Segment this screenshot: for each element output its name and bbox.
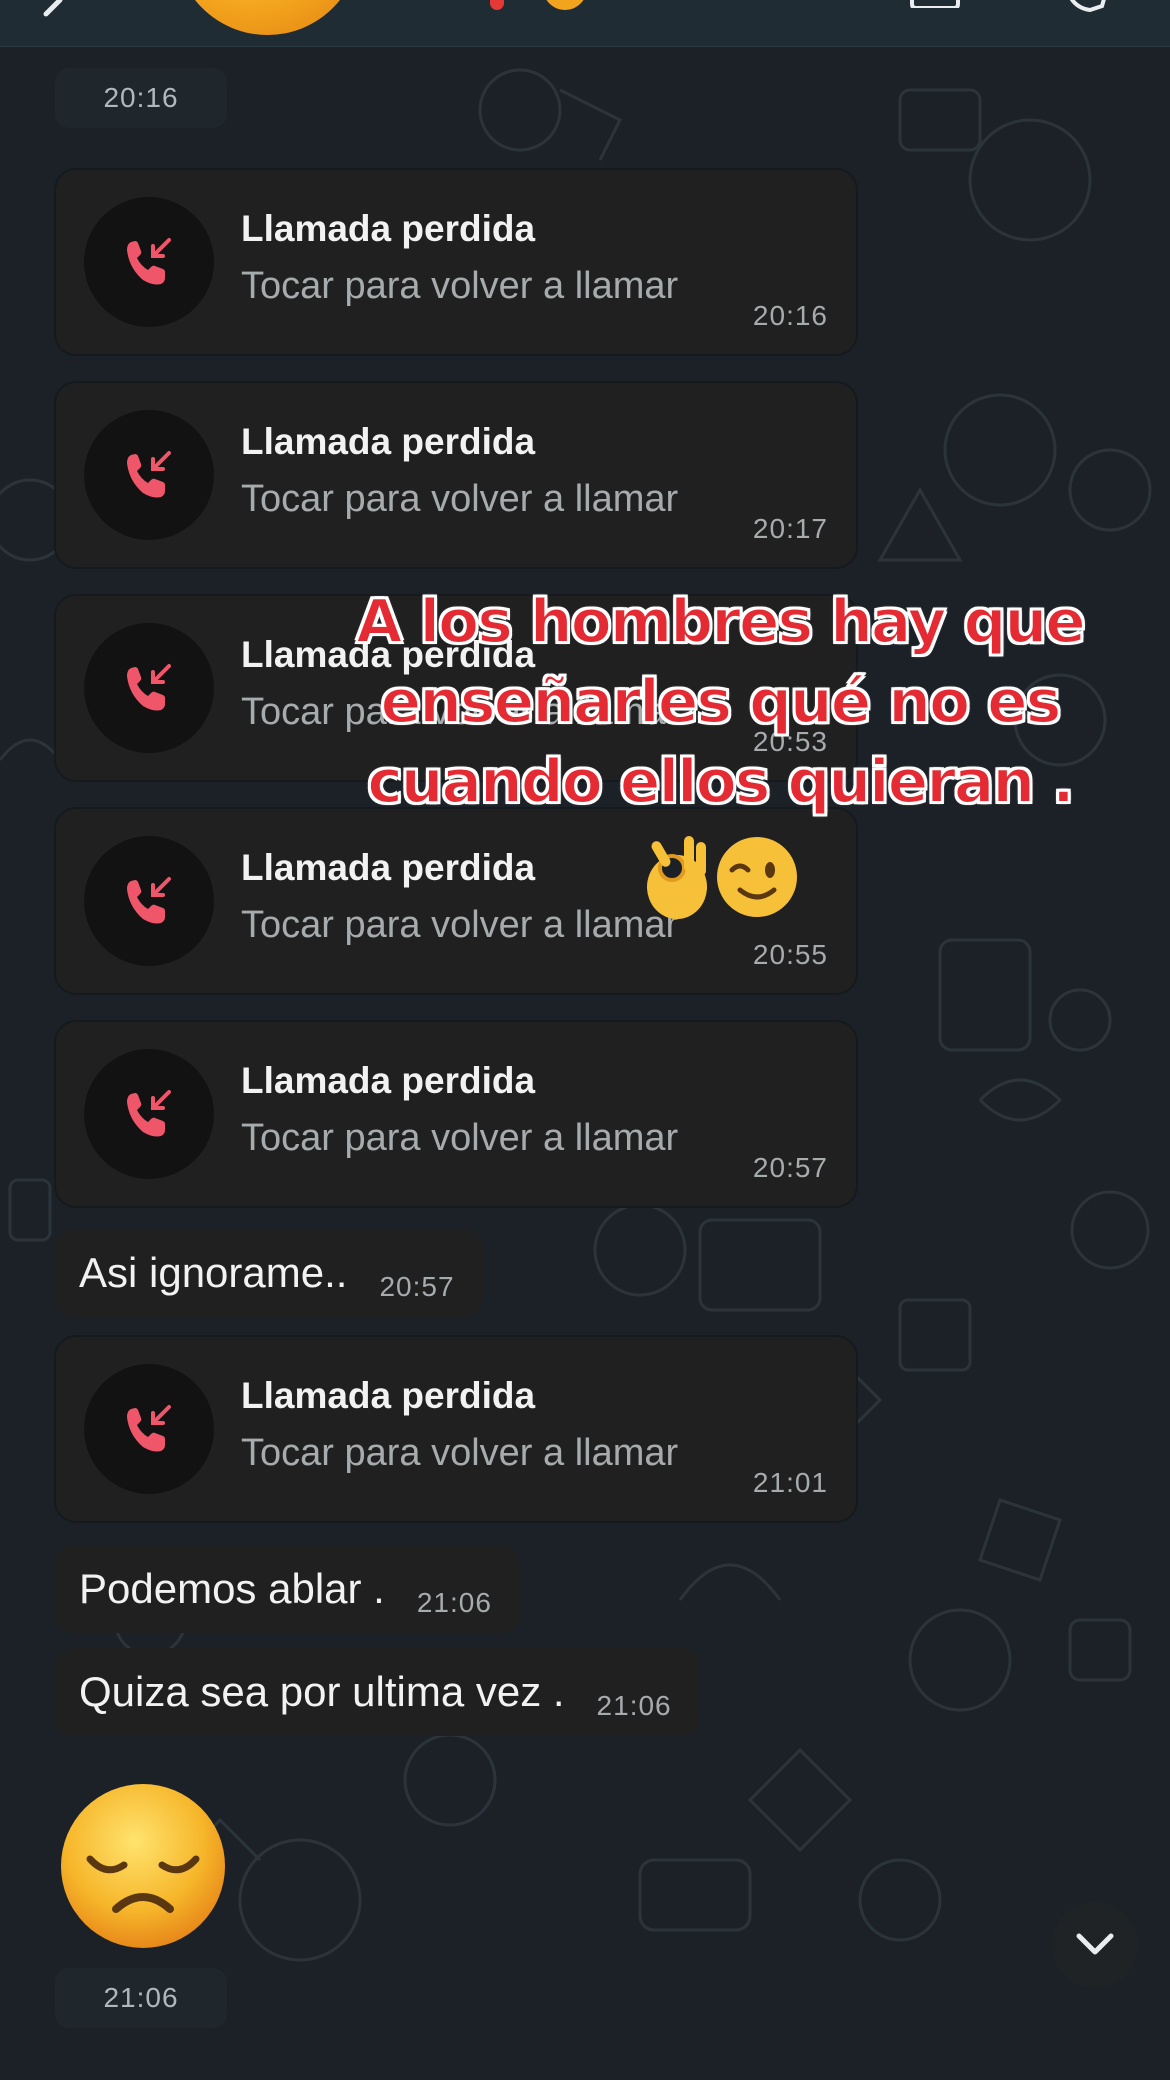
missed-call-bubble[interactable]: Llamada perdida Tocar para volver a llam… (56, 383, 856, 567)
phone-icon[interactable] (1060, 0, 1120, 12)
text-message-bubble[interactable]: Quiza sea por ultima vez . 21:06 (55, 1648, 700, 1736)
call-title: Llamada perdida (241, 847, 536, 888)
message-list[interactable]: 20:16 Llamada perdida Tocar para volver … (0, 46, 1170, 2080)
call-subtitle: Tocar para volver a llamar (241, 1432, 679, 1474)
red-heart-icon (490, 0, 504, 10)
missed-call-icon (84, 1364, 214, 1494)
message-text: Quiza sea por ultima vez . (79, 1668, 565, 1715)
chevron-down-icon (1076, 1933, 1114, 1955)
missed-call-icon (84, 410, 214, 540)
caption-line: enseñarles qué no es (380, 666, 1063, 738)
missed-call-icon (84, 623, 214, 753)
disappointed-face-emoji[interactable] (58, 1781, 228, 1951)
caption-line: cuando ellos quieran . (366, 746, 1076, 818)
call-subtitle: Tocar para volver a llamar (241, 478, 679, 520)
missed-call-bubble[interactable]: Llamada perdida Tocar para volver a llam… (56, 1022, 856, 1206)
message-time: 20:57 (379, 1271, 455, 1302)
call-title: Llamada perdida (241, 1375, 536, 1416)
timestamp: 20:16 (55, 68, 227, 128)
message-time: 20:17 (752, 513, 828, 544)
caption-line: A los hombres hay que (355, 586, 1087, 658)
emoji-icon (543, 0, 587, 10)
timestamp: 21:06 (55, 1968, 227, 2028)
chevron-left-icon[interactable] (30, 0, 70, 34)
call-title: Llamada perdida (241, 208, 536, 249)
call-title: Llamada perdida (241, 421, 536, 462)
message-time: 20:57 (752, 1152, 828, 1183)
missed-call-bubble[interactable]: Llamada perdida Tocar para volver a llam… (56, 1337, 856, 1521)
ok-hand-emoji (647, 836, 707, 919)
overlay-emojis (632, 832, 802, 927)
message-time: 21:06 (416, 1587, 492, 1618)
message-time: 21:01 (752, 1467, 828, 1498)
missed-call-icon (84, 1049, 214, 1179)
scroll-to-bottom-button[interactable] (1052, 1902, 1138, 1988)
message-time: 20:16 (752, 300, 828, 331)
message-text: Podemos ablar . (79, 1565, 385, 1612)
message-text: Asi ignorame.. (79, 1249, 348, 1296)
missed-call-bubble[interactable]: Llamada perdida Tocar para volver a llam… (56, 170, 856, 354)
call-title: Llamada perdida (241, 1060, 536, 1101)
avatar[interactable] (175, 0, 360, 35)
overlay-caption: A los hombres hay que enseñarles qué no … (330, 582, 1110, 822)
winking-face-emoji (717, 837, 797, 917)
call-subtitle: Tocar para volver a llamar (241, 904, 679, 946)
call-subtitle: Tocar para volver a llamar (241, 1117, 679, 1159)
text-message-bubble[interactable]: Asi ignorame.. 20:57 (55, 1229, 483, 1317)
message-time: 20:55 (752, 939, 828, 970)
message-time: 21:06 (596, 1690, 672, 1721)
missed-call-icon (84, 836, 214, 966)
call-subtitle: Tocar para volver a llamar (241, 265, 679, 307)
text-message-bubble[interactable]: Podemos ablar . 21:06 (55, 1545, 520, 1633)
chat-header (0, 0, 1170, 47)
missed-call-icon (84, 197, 214, 327)
video-camera-icon[interactable] (910, 0, 990, 8)
